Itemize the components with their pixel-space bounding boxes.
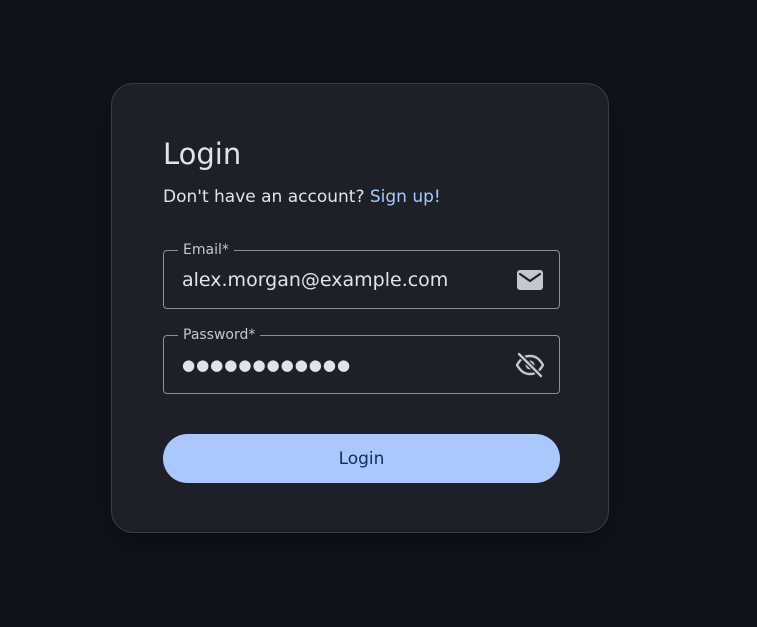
login-card: Login Don't have an account? Sign up! Em… — [111, 83, 609, 533]
login-button[interactable]: Login — [163, 434, 560, 483]
password-input[interactable] — [182, 336, 502, 393]
email-input[interactable] — [182, 251, 502, 308]
page-title: Login — [163, 137, 242, 171]
eye-off-icon[interactable] — [515, 350, 545, 380]
password-field[interactable]: Password* — [163, 326, 560, 394]
mail-icon — [515, 265, 545, 295]
signup-link[interactable]: Sign up! — [370, 187, 441, 207]
email-field[interactable]: Email* — [163, 241, 560, 309]
signup-prompt: Don't have an account? Sign up! — [163, 185, 441, 209]
signup-prompt-text: Don't have an account? — [163, 187, 365, 207]
